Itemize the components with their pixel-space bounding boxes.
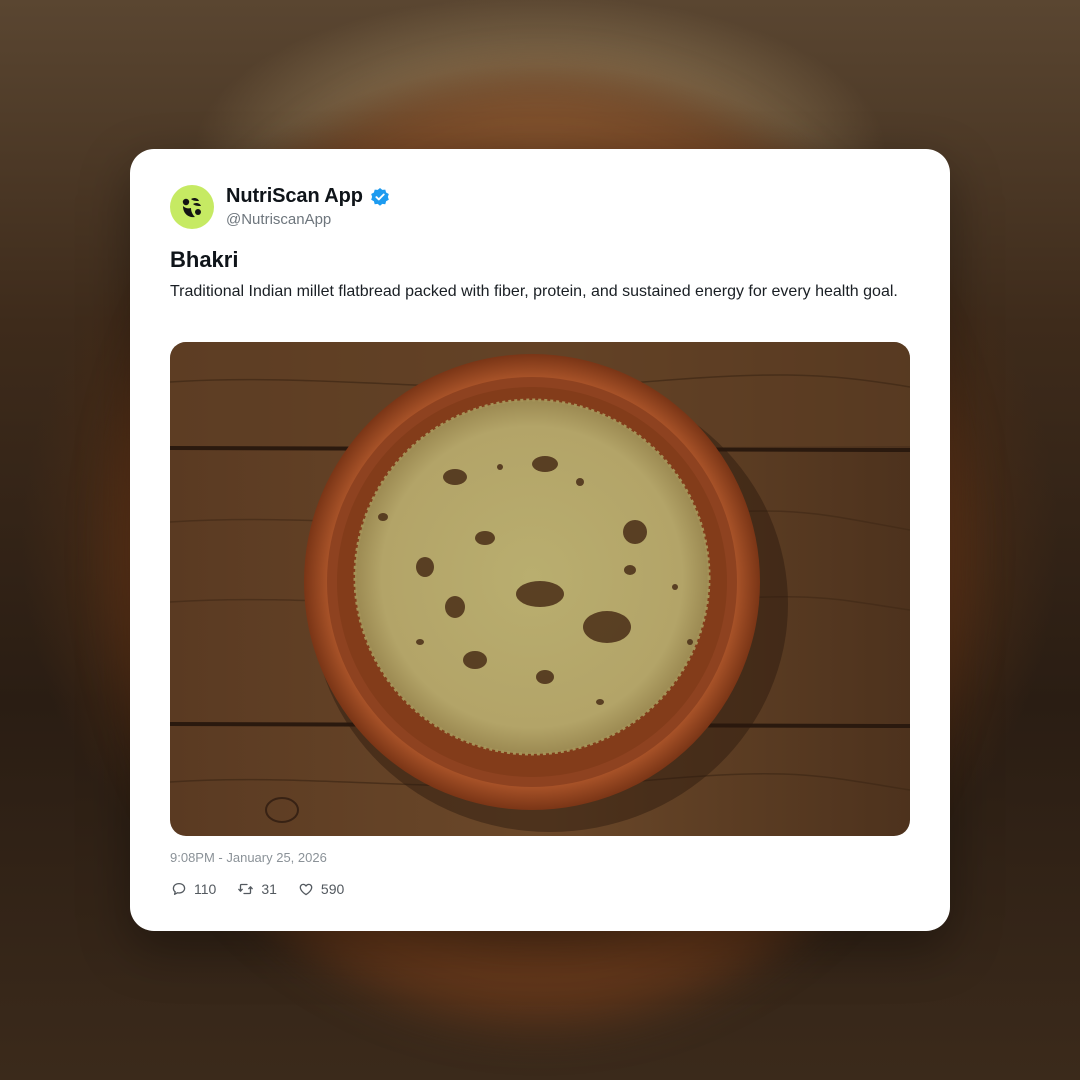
post-body: Traditional Indian millet flatbread pack…: [170, 283, 898, 300]
like-button[interactable]: 590: [299, 881, 344, 897]
post-timestamp[interactable]: 9:08PM - January 25, 2026: [170, 850, 327, 865]
reply-count: 110: [194, 881, 217, 897]
repost-count: 31: [261, 881, 277, 897]
post-card: NutriScan App @NutriscanApp Bhakri Tradi…: [130, 149, 950, 931]
verified-badge-icon: [370, 187, 390, 207]
bhakri-flatbread-photo: [170, 342, 910, 836]
comment-icon: [172, 882, 186, 895]
like-count: 590: [320, 881, 345, 897]
heart-icon: [299, 883, 313, 895]
author-handle[interactable]: @NutriscanApp: [226, 211, 331, 228]
nutriscan-logo-icon: [182, 197, 201, 218]
post-title: Bhakri: [170, 247, 239, 272]
post-actions-bar: 110 31 590: [172, 881, 344, 897]
author-name-row: NutriScan App: [226, 185, 390, 208]
repost-button[interactable]: 31: [238, 881, 277, 897]
repost-icon: [238, 883, 254, 895]
post-media-image[interactable]: [170, 342, 910, 836]
reply-button[interactable]: 110: [172, 881, 216, 897]
author-avatar[interactable]: [170, 185, 214, 229]
author-display-name[interactable]: NutriScan App: [226, 185, 363, 208]
